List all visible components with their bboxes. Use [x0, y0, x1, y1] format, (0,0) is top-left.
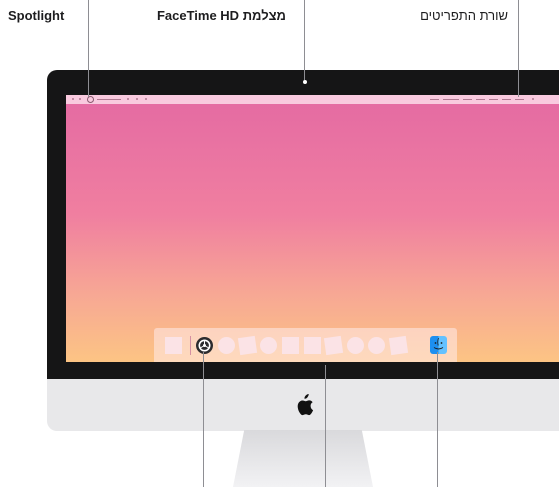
menubar-item[interactable]	[476, 99, 485, 100]
facetime-leader-line	[304, 0, 305, 80]
dock-leader-line	[325, 365, 326, 487]
dock-app-icon[interactable]	[282, 337, 299, 354]
menubar-dot	[532, 98, 534, 100]
menubar-dot	[79, 98, 81, 100]
system-preferences-leader-line	[203, 352, 204, 487]
dock-app-icon[interactable]	[347, 337, 364, 354]
menubar-item[interactable]	[97, 99, 121, 100]
imac-stand	[233, 430, 373, 487]
spotlight-label: Spotlight	[8, 8, 65, 23]
spotlight-leader-line	[88, 0, 89, 97]
menubar-item[interactable]	[489, 99, 498, 100]
dock-app-icon[interactable]	[368, 337, 385, 354]
dock-app-icon[interactable]	[218, 337, 235, 354]
dock-app-icon[interactable]	[304, 337, 321, 354]
gear-icon[interactable]	[196, 337, 213, 354]
dock-app-icon[interactable]	[260, 337, 277, 354]
menu-bar[interactable]	[66, 95, 559, 104]
menubar-item[interactable]	[430, 99, 439, 100]
menubar-dot	[136, 98, 138, 100]
search-icon[interactable]	[87, 96, 94, 103]
finder-leader-line	[437, 352, 438, 487]
dock-app-icon[interactable]	[388, 335, 409, 356]
dock-app-icon[interactable]	[237, 335, 258, 356]
menu-bar-leader-line	[518, 0, 519, 97]
menubar-item[interactable]	[515, 99, 524, 100]
dock-app-icon[interactable]	[323, 335, 344, 356]
menubar-dot	[72, 98, 74, 100]
dock	[154, 328, 457, 362]
dock-app-icon[interactable]	[165, 337, 182, 354]
facetime-camera	[303, 80, 307, 84]
desktop-screen	[66, 95, 559, 362]
menubar-item[interactable]	[443, 99, 459, 100]
apple-logo-icon	[297, 394, 314, 416]
menubar-dot	[145, 98, 147, 100]
menubar-item[interactable]	[502, 99, 511, 100]
finder-icon[interactable]	[430, 336, 447, 354]
menu-bar-label: שורת התפריטים	[420, 8, 508, 23]
dock-separator	[190, 336, 191, 355]
menubar-item[interactable]	[463, 99, 472, 100]
menubar-dot	[127, 98, 129, 100]
facetime-camera-label: מצלמת FaceTime HD	[156, 8, 286, 23]
